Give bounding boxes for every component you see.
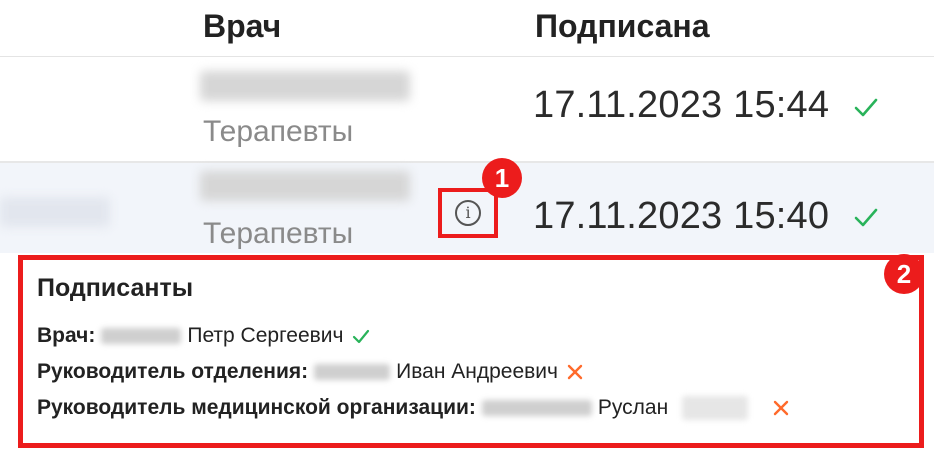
popup-title: Подписанты: [37, 274, 194, 302]
signed-datetime: 17.11.2023 15:40: [533, 195, 830, 237]
info-button[interactable]: i: [438, 188, 498, 238]
signer-row: Руководитель отделения: Иван Андреевич: [37, 354, 911, 390]
surname-redacted: [481, 400, 592, 416]
signer-role: Руководитель медицинской организации:: [37, 396, 476, 419]
signer-row: Руководитель медицинской организации: Ру…: [37, 390, 911, 426]
annotation-badge-2: 2: [884, 254, 924, 294]
check-icon: [353, 329, 370, 344]
signer-role: Руководитель отделения:: [37, 360, 309, 383]
table-row[interactable]: Терапевты 17.11.2023 15:44: [0, 57, 934, 161]
doctor-name-redacted: [200, 71, 410, 101]
surname-redacted: [101, 328, 182, 344]
doctor-name-redacted: [200, 171, 410, 201]
patronymic-redacted: [682, 396, 749, 420]
signer-name: Руслан: [597, 396, 669, 419]
check-icon: [854, 208, 878, 227]
doctor-specialty: Терапевты: [203, 217, 354, 250]
surname-redacted: [314, 364, 391, 380]
column-header-doctor[interactable]: Врач: [203, 8, 281, 45]
column-header-signed[interactable]: Подписана: [535, 8, 710, 45]
close-icon: [567, 364, 583, 380]
signers-popup: Подписанты Врач: Петр Сергеевич Руководи…: [18, 255, 924, 448]
info-icon: i: [455, 200, 481, 226]
annotation-badge-1: 1: [482, 158, 522, 198]
signer-name: Петр Сергеевич: [187, 324, 344, 347]
doctor-specialty: Терапевты: [203, 115, 354, 148]
signer-row: Врач: Петр Сергеевич: [37, 318, 911, 354]
signed-datetime: 17.11.2023 15:44: [533, 84, 830, 126]
close-icon: [774, 400, 789, 416]
patient-cell-redacted: [0, 197, 110, 227]
signer-name: Иван Андреевич: [396, 360, 558, 383]
signer-role: Врач:: [37, 324, 96, 347]
check-icon: [854, 98, 878, 117]
